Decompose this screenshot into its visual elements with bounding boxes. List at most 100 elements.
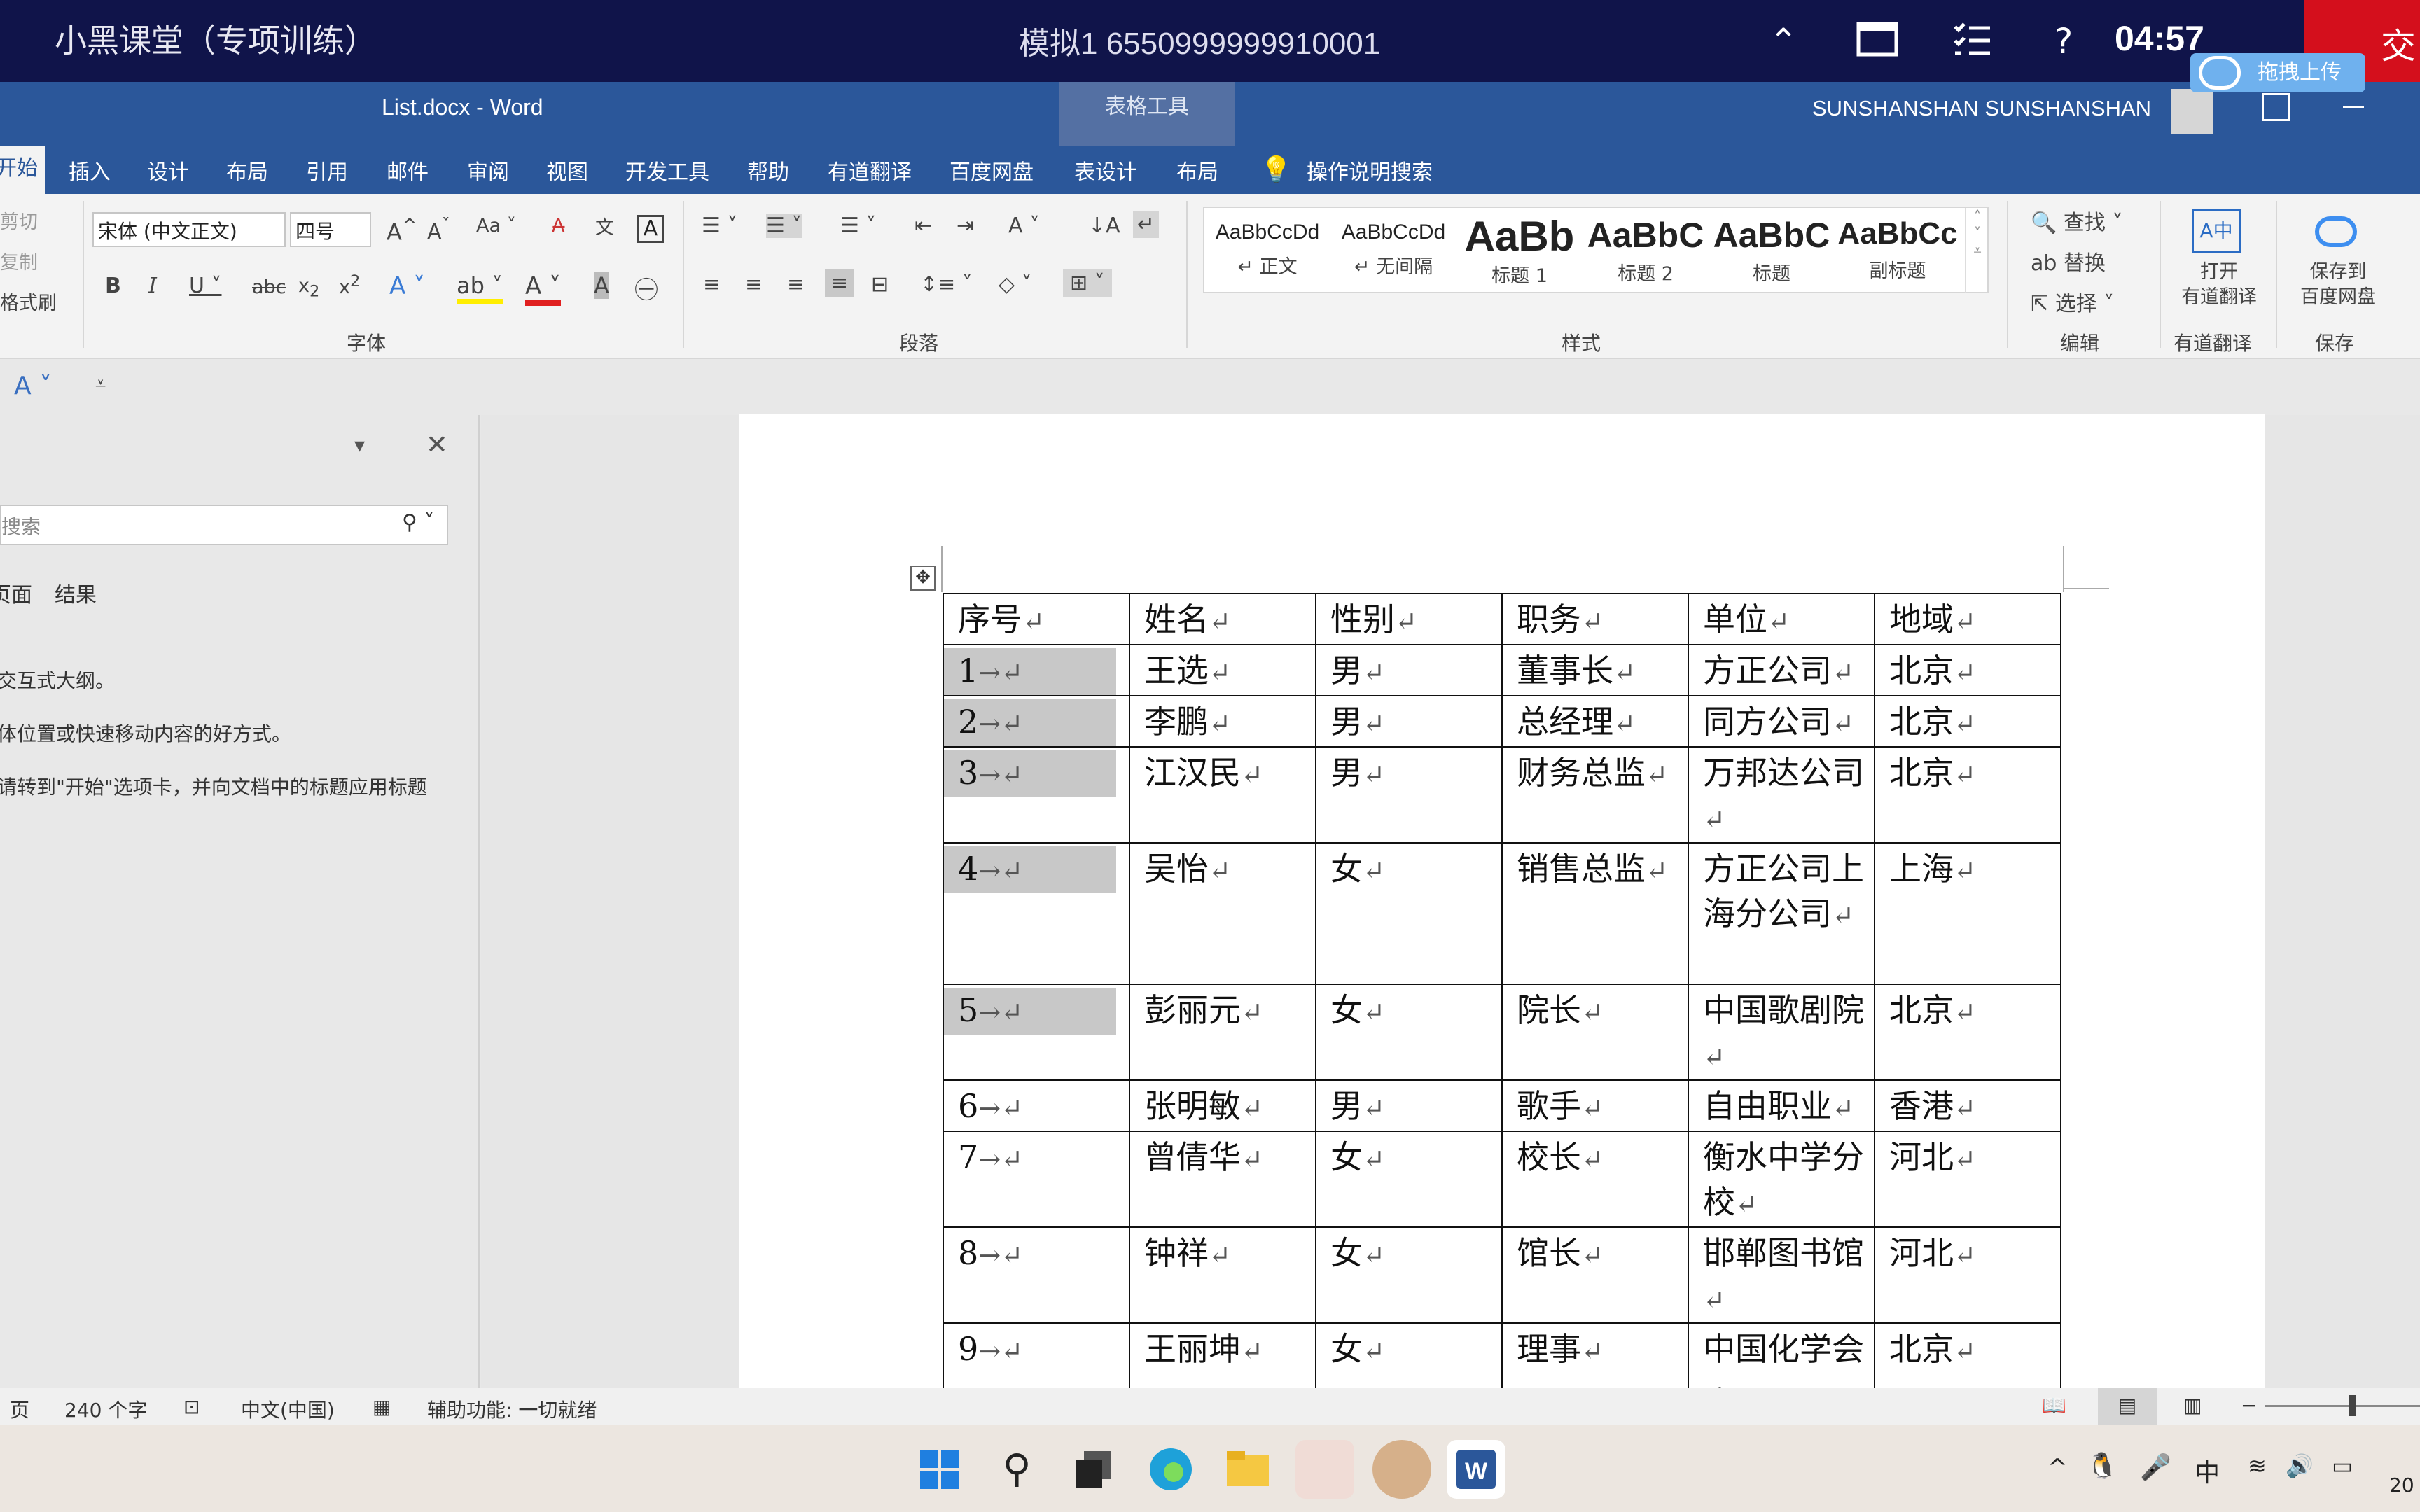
ribbon-display-icon[interactable] xyxy=(2262,93,2290,121)
font-name-select[interactable]: 宋体 (中文正文) xyxy=(92,212,286,247)
change-case-icon[interactable]: Aa ˅ xyxy=(476,215,516,237)
app-avatar-icon[interactable] xyxy=(1295,1440,1354,1499)
customize-icon[interactable]: ⩡ xyxy=(95,373,106,396)
text-effects-icon[interactable]: A ˅ xyxy=(389,272,425,300)
collapse-up-icon[interactable]: ⌃ xyxy=(1762,20,1805,63)
format-painter-button[interactable]: 格式刷 xyxy=(0,288,57,315)
windows-start-icon[interactable] xyxy=(910,1440,969,1499)
italic-button[interactable]: I xyxy=(148,274,157,298)
word-app-icon[interactable]: W xyxy=(1447,1440,1505,1499)
font-size-select[interactable]: 四号 xyxy=(290,212,371,247)
chevron-up-icon[interactable]: ^ xyxy=(2047,1454,2068,1482)
table-cell[interactable]: 7→↵ xyxy=(943,1130,1130,1228)
volume-icon[interactable]: 🔊 xyxy=(2286,1452,2314,1479)
ime-indicator[interactable]: 中 xyxy=(2195,1452,2220,1489)
table-cell[interactable]: 男↵ xyxy=(1315,1079,1503,1132)
tab-home[interactable]: 开始 xyxy=(0,146,45,194)
table-cell[interactable]: 董事长↵ xyxy=(1501,644,1689,696)
macro-icon[interactable]: ▦ xyxy=(373,1395,391,1418)
search-icon[interactable]: ⚲ ˅ xyxy=(402,510,435,535)
nav-search-input[interactable]: 搜索 ⚲ ˅ xyxy=(0,505,448,545)
justify-icon[interactable]: ≡ xyxy=(825,270,854,297)
header-cell[interactable]: 地域↵ xyxy=(1874,593,2061,645)
select-button[interactable]: ⇱ 选择 ˅ xyxy=(2031,286,2114,317)
table-cell[interactable]: 8→↵ xyxy=(943,1226,1130,1324)
table-cell[interactable]: 3→↵ xyxy=(943,746,1130,844)
sort-icon[interactable]: ↓A xyxy=(1088,214,1120,238)
accessibility-status[interactable]: 辅助功能: 一切就绪 xyxy=(427,1395,597,1423)
battery-icon[interactable]: ▭ xyxy=(2332,1452,2353,1479)
task-view-icon[interactable] xyxy=(1063,1440,1122,1499)
tab-design[interactable]: 设计 xyxy=(147,155,189,186)
increase-indent-icon[interactable]: ⇥ xyxy=(957,214,974,238)
tab-insert[interactable]: 插入 xyxy=(69,155,111,186)
table-cell[interactable]: 女↵ xyxy=(1315,983,1503,1081)
table-cell[interactable]: 歌手↵ xyxy=(1501,1079,1689,1132)
page-indicator[interactable]: 页 xyxy=(10,1395,29,1423)
table-cell[interactable]: 衡水中学分校↵ xyxy=(1688,1130,1875,1228)
clock-fragment[interactable]: 20 xyxy=(2389,1474,2414,1497)
table-cell[interactable]: 馆长↵ xyxy=(1501,1226,1689,1324)
borders-icon[interactable]: ⊞ ˅ xyxy=(1063,270,1112,297)
table-cell[interactable]: 北京↵ xyxy=(1874,746,2061,844)
table-cell[interactable]: 中国歌剧院↵ xyxy=(1688,983,1875,1081)
show-marks-icon[interactable]: ↵ xyxy=(1133,211,1160,238)
minimize-icon[interactable] xyxy=(2343,106,2364,108)
translate-icon[interactable]: A中 xyxy=(2192,209,2241,253)
align-left-icon[interactable]: ≡ xyxy=(703,272,721,297)
tell-me-search[interactable]: 操作说明搜索 xyxy=(1307,155,1433,186)
table-cell[interactable]: 方正公司上海分公司↵ xyxy=(1688,842,1875,985)
table-cell[interactable]: 女↵ xyxy=(1315,1130,1503,1228)
table-cell[interactable]: 吴怡↵ xyxy=(1129,842,1316,985)
bold-button[interactable]: B xyxy=(105,274,121,298)
tab-table-layout[interactable]: 布局 xyxy=(1176,155,1218,186)
table-cell[interactable]: 北京↵ xyxy=(1874,644,2061,696)
style-heading1[interactable]: AaBb 标题 1 xyxy=(1456,208,1583,292)
read-mode-icon[interactable]: 📖 xyxy=(2042,1394,2066,1417)
header-cell[interactable]: 职务↵ xyxy=(1501,593,1689,645)
pane-options-icon[interactable]: ▾ xyxy=(354,433,365,458)
header-cell[interactable]: 姓名↵ xyxy=(1129,593,1316,645)
tab-layout[interactable]: 布局 xyxy=(226,155,268,186)
table-cell[interactable]: 李鹏↵ xyxy=(1129,695,1316,748)
tab-references[interactable]: 引用 xyxy=(306,155,348,186)
table-cell[interactable]: 张明敏↵ xyxy=(1129,1079,1316,1132)
replace-button[interactable]: ab 替换 xyxy=(2031,246,2106,276)
strikethrough-button[interactable]: abc xyxy=(252,276,286,298)
tray-app-icon[interactable]: 🐧 xyxy=(2087,1451,2118,1480)
font-color-icon[interactable]: A ˅ xyxy=(525,272,562,306)
table-move-handle-icon[interactable]: ✥ xyxy=(910,566,936,591)
phonetic-guide-icon[interactable]: 文 xyxy=(595,212,614,239)
upload-button[interactable]: 拖拽上传 xyxy=(2190,53,2365,92)
decrease-indent-icon[interactable]: ⇤ xyxy=(915,214,932,238)
table-cell[interactable]: 男↵ xyxy=(1315,746,1503,844)
subscript-button[interactable]: x2 xyxy=(298,275,319,300)
numbering-icon[interactable]: ☰ ˅ xyxy=(766,214,802,238)
table-cell[interactable]: 万邦达公司↵ xyxy=(1688,746,1875,844)
print-layout-icon[interactable]: ▤ xyxy=(2098,1388,2157,1424)
table-cell[interactable]: 上海↵ xyxy=(1874,842,2061,985)
table-cell[interactable]: 北京↵ xyxy=(1874,983,2061,1081)
table-cell[interactable]: 河北↵ xyxy=(1874,1130,2061,1228)
tab-help[interactable]: 帮助 xyxy=(747,155,789,186)
table-cell[interactable]: 自由职业↵ xyxy=(1688,1079,1875,1132)
find-button[interactable]: 🔍 查找 ˅ xyxy=(2031,205,2122,236)
style-title[interactable]: AaBbC 标题 xyxy=(1709,208,1835,292)
enclose-char-icon[interactable]: ㊀ xyxy=(634,271,658,305)
window-icon[interactable] xyxy=(1856,20,1899,63)
table-cell[interactable]: 1→↵ xyxy=(943,644,1130,696)
table-cell[interactable]: 2→↵ xyxy=(943,695,1130,748)
tab-table-design[interactable]: 表设计 xyxy=(1074,155,1137,186)
table-cell[interactable]: 总经理↵ xyxy=(1501,695,1689,748)
bullets-icon[interactable]: ☰ ˅ xyxy=(702,214,737,238)
tab-developer[interactable]: 开发工具 xyxy=(625,155,709,186)
style-no-spacing[interactable]: AaBbCcDd ↵ 无间隔 xyxy=(1330,208,1456,292)
style-heading2[interactable]: AaBbC 标题 2 xyxy=(1583,208,1709,292)
user-name[interactable]: SUNSHANSHAN SUNSHANSHAN xyxy=(1812,96,2151,121)
table-cell[interactable]: 女↵ xyxy=(1315,842,1503,985)
char-border-icon[interactable]: A xyxy=(637,215,664,243)
table-cell[interactable]: 邯郸图书馆↵ xyxy=(1688,1226,1875,1324)
distributed-icon[interactable]: ⊟ xyxy=(871,272,889,297)
char-shading-icon[interactable]: A xyxy=(594,272,609,299)
table-cell[interactable]: 香港↵ xyxy=(1874,1079,2061,1132)
